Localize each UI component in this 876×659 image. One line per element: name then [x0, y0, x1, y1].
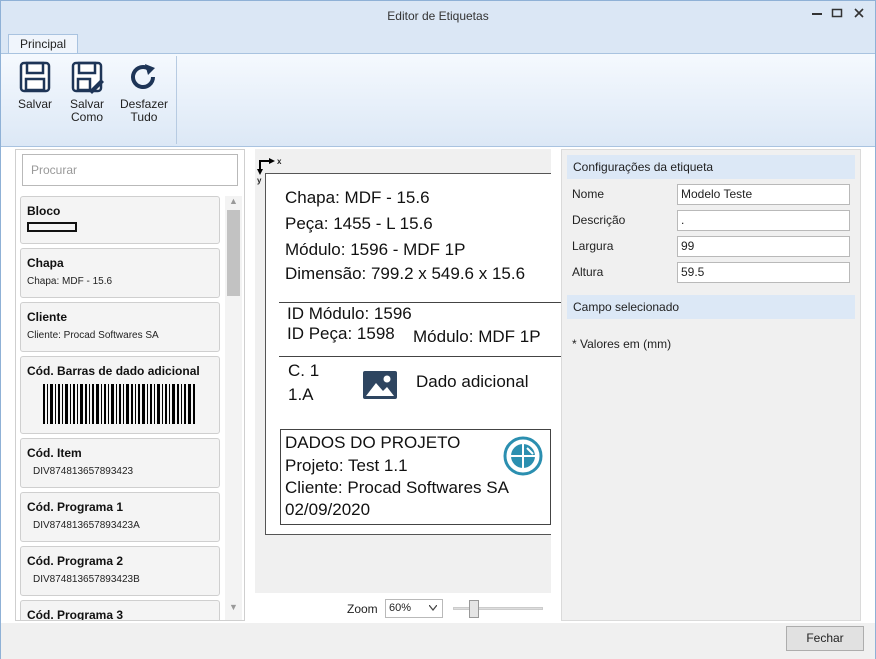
list-item-title: Chapa [27, 256, 64, 270]
list-item-title: Cód. Item [27, 446, 82, 460]
save-icon [19, 61, 51, 93]
close-dialog-button[interactable]: Fechar [786, 626, 864, 651]
tab-principal[interactable]: Principal [8, 34, 78, 54]
list-item-chapa[interactable]: Chapa Chapa: MDF - 15.6 [20, 248, 220, 298]
zoom-value: 60% [389, 602, 412, 614]
list-item-cod-programa-3[interactable]: Cód. Programa 3 [20, 600, 220, 621]
close-button[interactable] [851, 7, 867, 23]
project-client: Cliente: Procad Softwares SA [285, 478, 509, 497]
chevron-down-icon [429, 605, 437, 611]
scroll-up-icon[interactable]: ▲ [225, 196, 242, 206]
zoom-slider-thumb[interactable] [469, 600, 479, 618]
label-settings-header: Configurações da etiqueta [567, 155, 855, 179]
zoom-slider-track[interactable] [453, 607, 543, 610]
list-item-sample: DIV874813657893423B [33, 574, 140, 585]
list-item-title: Cód. Programa 2 [27, 554, 124, 568]
axis-y-label: y [257, 176, 262, 185]
list-item-title: Cliente [27, 310, 68, 324]
units-note: * Valores em (mm) [572, 337, 672, 351]
label-preview[interactable]: Chapa: MDF - 15.6 Peça: 1455 - L 15.6 Mó… [265, 173, 562, 535]
list-item-cliente[interactable]: Cliente Cliente: Procad Softwares SA [20, 302, 220, 352]
components-panel: Procurar Bloco Chapa Chapa: MDF - 15.6 C… [15, 149, 245, 621]
name-field[interactable]: Modelo Teste [677, 184, 850, 205]
list-item-title: Bloco [27, 204, 61, 218]
save-as-icon [71, 61, 104, 94]
ribbon-separator [176, 56, 177, 144]
width-field[interactable]: 99 [677, 236, 850, 257]
scroll-thumb[interactable] [227, 210, 240, 296]
list-item-title: Cód. Programa 1 [27, 500, 124, 514]
label-field-1a[interactable]: 1.A [288, 385, 314, 405]
label-divider [279, 302, 562, 303]
label-field-c1[interactable]: C. 1 [288, 361, 319, 381]
save-as-button[interactable]: Salvar Como [65, 60, 109, 124]
label-field-dado-adicional[interactable]: Dado adicional [416, 372, 528, 392]
block-preview [27, 222, 77, 232]
save-label: Salvar [17, 97, 52, 111]
undo-all-label-line2: Tudo [130, 110, 158, 124]
list-item-bloco[interactable]: Bloco [20, 196, 220, 244]
project-data-box[interactable]: DADOS DO PROJETO Projeto: Test 1.1 Clien… [280, 429, 551, 525]
undo-all-button[interactable]: Desfazer Tudo [119, 60, 169, 124]
label-field-chapa[interactable]: Chapa: MDF - 15.6 [285, 188, 430, 208]
height-field-label: Altura [572, 265, 604, 279]
description-field-label: Descrição [572, 213, 626, 227]
list-item-title: Cód. Programa 3 [27, 608, 124, 621]
zoom-controls: Zoom 60% [255, 597, 555, 619]
label-canvas[interactable]: x y Chapa: MDF - 15.6 Peça: 1455 - L 15.… [255, 149, 562, 593]
list-item-cod-item[interactable]: Cód. Item DIV874813657893423 [20, 438, 220, 488]
list-item-sample: DIV874813657893423 [33, 466, 134, 477]
maximize-icon [831, 8, 843, 18]
title-bar: Editor de Etiquetas [1, 1, 875, 31]
label-field-modulo[interactable]: Módulo: 1596 - MDF 1P [285, 240, 465, 260]
selected-field-header: Campo selecionado [567, 295, 855, 319]
project-date: 02/09/2020 [285, 500, 371, 519]
minimize-button[interactable] [809, 7, 825, 23]
width-field-label: Largura [572, 239, 614, 253]
maximize-button[interactable] [829, 7, 845, 23]
properties-panel: Configurações da etiqueta Nome Modelo Te… [561, 149, 861, 621]
ribbon: Salvar Salvar Como Desfazer Tudo [1, 53, 875, 147]
list-item-cod-barras[interactable]: Cód. Barras de dado adicional [20, 356, 220, 434]
editor-window: Editor de Etiquetas Principal Salvar Sal… [0, 0, 876, 659]
list-item-title: Cód. Barras de dado adicional [27, 364, 200, 378]
list-item-sample: Chapa: MDF - 15.6 [27, 276, 113, 287]
list-item-sample: DIV874813657893423A [33, 520, 140, 531]
label-field-peca[interactable]: Peça: 1455 - L 15.6 [285, 214, 433, 234]
axis-x-label: x [277, 157, 282, 166]
list-item-cod-programa-1[interactable]: Cód. Programa 1 DIV874813657893423A [20, 492, 220, 542]
save-as-label-line2: Como [70, 110, 103, 124]
save-button[interactable]: Salvar [15, 60, 55, 111]
barcode-preview [43, 384, 195, 424]
name-field-label: Nome [572, 187, 605, 201]
label-field-dimensao[interactable]: Dimensão: 799.2 x 549.6 x 15.6 [285, 264, 525, 284]
image-icon[interactable] [362, 370, 398, 400]
list-item-cod-programa-2[interactable]: Cód. Programa 2 DIV874813657893423B [20, 546, 220, 596]
zoom-label: Zoom [347, 602, 378, 616]
project-title: DADOS DO PROJETO [285, 433, 461, 452]
scroll-down-icon[interactable]: ▼ [225, 602, 242, 612]
project-name: Projeto: Test 1.1 [285, 456, 408, 475]
label-divider [279, 356, 562, 357]
label-field-modulo-material[interactable]: Módulo: MDF 1P [413, 327, 541, 347]
minimize-icon [812, 13, 822, 15]
zoom-select[interactable]: 60% [385, 599, 443, 618]
ribbon-tabs: Principal [1, 31, 875, 54]
search-input[interactable]: Procurar [22, 154, 238, 186]
label-field-id-modulo[interactable]: ID Módulo: 1596 [287, 304, 412, 324]
list-item-sample: Cliente: Procad Softwares SA [27, 330, 159, 341]
redo-arrow-icon [131, 64, 155, 89]
height-field[interactable]: 59.5 [677, 262, 850, 283]
window-title: Editor de Etiquetas [387, 9, 489, 23]
label-field-id-peca[interactable]: ID Peça: 1598 [287, 324, 395, 344]
close-icon [854, 8, 864, 18]
footer: Fechar [1, 623, 875, 659]
components-scrollbar[interactable]: ▲ ▼ [225, 196, 242, 620]
procad-logo-icon [503, 436, 543, 476]
description-field[interactable]: . [677, 210, 850, 231]
